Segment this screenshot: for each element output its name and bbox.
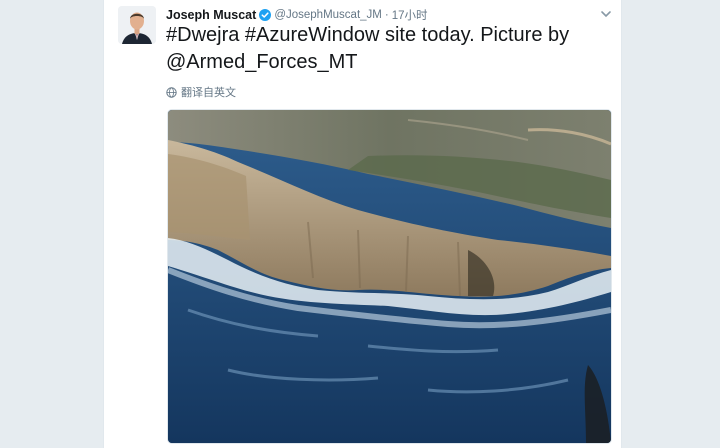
tweet-timestamp[interactable]: 17小时 xyxy=(392,7,428,23)
tweet-text: #Dwejra #AzureWindow site today. Picture… xyxy=(166,24,570,73)
chevron-down-icon[interactable] xyxy=(599,7,613,21)
translate-link[interactable]: 翻译自英文 xyxy=(166,84,236,100)
globe-icon xyxy=(166,86,177,98)
author-handle[interactable]: @JosephMuscat_JM xyxy=(274,9,382,21)
author-name[interactable]: Joseph Muscat xyxy=(166,8,256,22)
separator-dot: · xyxy=(384,9,389,21)
tweet-header: Joseph Muscat @JosephMuscat_JM · 17小时 xyxy=(166,7,428,23)
timeline-background: Joseph Muscat @JosephMuscat_JM · 17小时 #D… xyxy=(0,0,720,448)
verified-badge-icon xyxy=(259,9,272,21)
translate-label: 翻译自英文 xyxy=(181,87,236,99)
tweet-photo[interactable] xyxy=(167,109,612,444)
avatar[interactable] xyxy=(118,6,156,44)
tweet-card[interactable]: Joseph Muscat @JosephMuscat_JM · 17小时 #D… xyxy=(103,0,622,448)
